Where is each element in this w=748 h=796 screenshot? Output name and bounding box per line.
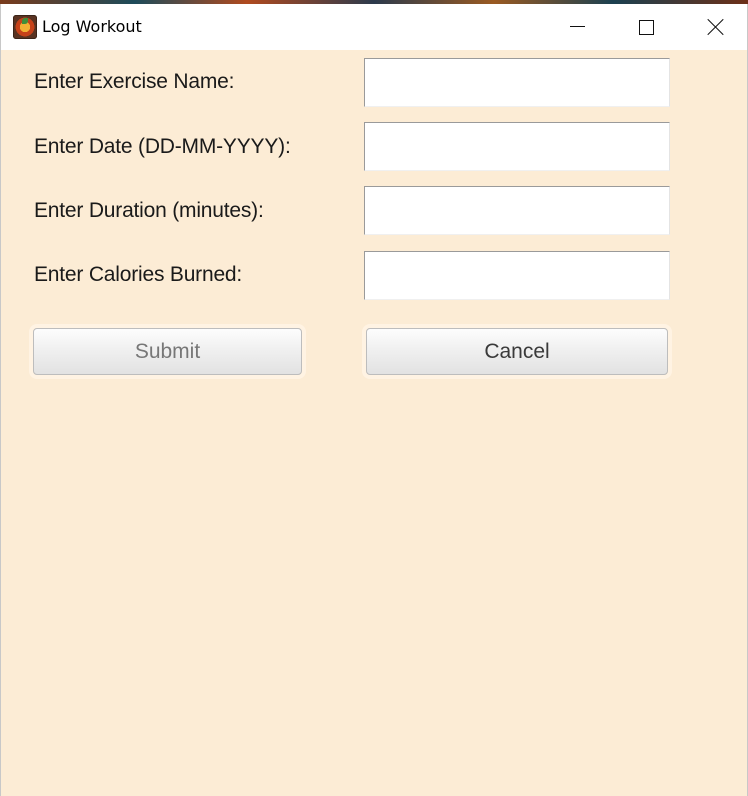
- exercise-name-input[interactable]: [364, 58, 670, 107]
- calories-input[interactable]: [364, 251, 670, 300]
- log-workout-window: Log Workout Enter Exercise Name: Enter D…: [0, 4, 748, 796]
- date-label: Enter Date (DD-MM-YYYY):: [34, 135, 291, 158]
- calories-label: Enter Calories Burned:: [34, 263, 243, 286]
- title-bar[interactable]: Log Workout: [1, 4, 747, 50]
- maximize-button[interactable]: [611, 4, 681, 50]
- exercise-name-label: Enter Exercise Name:: [34, 70, 235, 93]
- duration-label: Enter Duration (minutes):: [34, 199, 264, 222]
- minimize-icon: [569, 26, 585, 27]
- duration-input[interactable]: [364, 186, 670, 235]
- submit-button[interactable]: Submit: [33, 328, 302, 375]
- close-icon: [707, 18, 725, 36]
- app-icon: [13, 15, 37, 39]
- cancel-button[interactable]: Cancel: [366, 328, 668, 375]
- window-title: Log Workout: [42, 17, 142, 36]
- date-input[interactable]: [364, 122, 670, 171]
- close-button[interactable]: [681, 4, 748, 50]
- maximize-icon: [638, 19, 654, 35]
- minimize-button[interactable]: [542, 4, 612, 50]
- app-icon-leaf: [22, 18, 28, 24]
